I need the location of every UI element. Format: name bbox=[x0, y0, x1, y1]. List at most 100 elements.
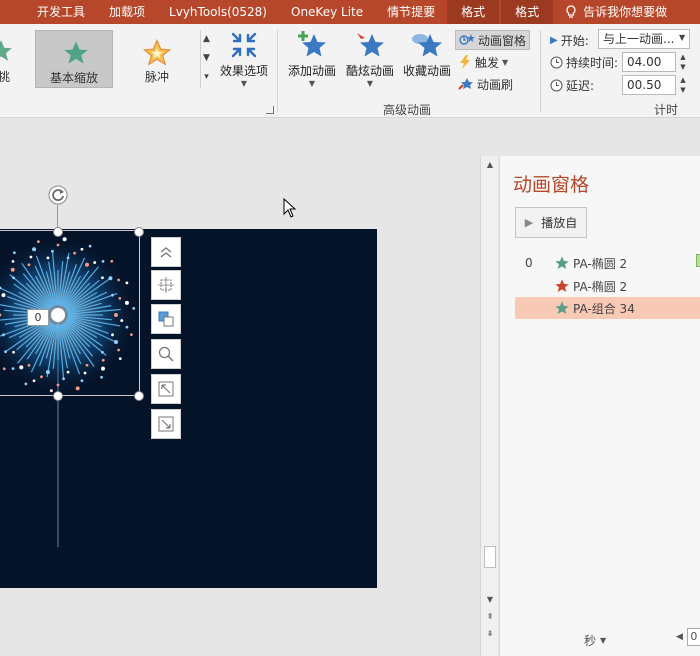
row-name: PA-椭圆 2 bbox=[573, 256, 628, 271]
gallery-scrollbar[interactable]: ▲ ▼ ▾ bbox=[200, 30, 212, 88]
animation-number-tag[interactable]: 0 bbox=[27, 309, 49, 326]
play-icon: ▶ bbox=[524, 216, 534, 229]
timing-bar[interactable] bbox=[696, 254, 700, 267]
trigger-button[interactable]: 触发 ▼ bbox=[455, 52, 511, 72]
animation-pane-toggle[interactable]: 动画窗格 bbox=[455, 30, 531, 50]
mouse-cursor-icon bbox=[283, 198, 297, 218]
seconds-dropdown[interactable]: 秒 ▼ bbox=[584, 632, 606, 649]
tab-onekey-lite[interactable]: OneKey Lite bbox=[279, 0, 375, 24]
clock-icon bbox=[550, 56, 563, 68]
add-animation-button[interactable]: 添加动画 ▼ bbox=[285, 28, 339, 88]
pulse-star-icon bbox=[142, 38, 172, 66]
zoom-value[interactable]: 0 bbox=[686, 628, 700, 646]
align-center-button[interactable] bbox=[151, 270, 181, 300]
chevron-down-icon: ▼ bbox=[240, 79, 248, 88]
chevron-down-icon: ▼ bbox=[366, 79, 374, 88]
tab-addins[interactable]: 加载项 bbox=[97, 0, 157, 24]
arrange-button[interactable] bbox=[151, 304, 181, 334]
editor-vertical-scrollbar[interactable]: ▲ ▼ ⇞ ⇟ bbox=[480, 156, 498, 656]
row-number: 0 bbox=[525, 256, 533, 270]
scroll-up-icon[interactable]: ▲ bbox=[484, 159, 496, 171]
delay-spinner[interactable]: ▲ ▼ bbox=[677, 75, 689, 95]
align-center-icon bbox=[158, 277, 174, 293]
animation-row-selected[interactable]: PA-组合 34 bbox=[515, 297, 700, 319]
tab-lvyhtools[interactable]: LvyhTools(0528) bbox=[157, 0, 279, 24]
play-icon: ▶ bbox=[550, 34, 558, 46]
effect-options-button[interactable]: 效果选项 ▼ bbox=[217, 28, 271, 88]
rotate-stem bbox=[57, 205, 58, 229]
gallery-item-label: 基本缩放 bbox=[49, 71, 98, 85]
gallery-more-icon[interactable]: ▾ bbox=[201, 68, 212, 87]
expand-icon bbox=[158, 381, 174, 397]
play-from-label: 播放自 bbox=[541, 216, 578, 230]
zoom-button[interactable] bbox=[151, 339, 181, 369]
add-animation-label: 添加动画 bbox=[287, 64, 336, 78]
animation-row[interactable]: 0 PA-椭圆 2 bbox=[515, 252, 700, 274]
effect-options-label: 效果选项 bbox=[219, 64, 268, 78]
animation-painter-icon bbox=[458, 78, 473, 90]
resize-handle[interactable] bbox=[134, 391, 144, 401]
tell-me-box[interactable]: 告诉我你想要做 bbox=[553, 0, 679, 24]
shrink-button[interactable] bbox=[151, 409, 181, 439]
scroll-thumb[interactable] bbox=[484, 546, 496, 568]
gallery-item-basic-zoom[interactable]: 基本缩放 bbox=[35, 30, 113, 88]
rotate-handle-icon[interactable] bbox=[47, 184, 69, 206]
trigger-label: 触发 bbox=[475, 55, 500, 70]
timing-group-label: 计时 bbox=[654, 103, 679, 117]
resize-handle[interactable] bbox=[53, 227, 63, 237]
expand-button[interactable] bbox=[151, 374, 181, 404]
cool-animation-label: 酷炫动画 bbox=[345, 64, 394, 78]
dialog-launcher-icon[interactable] bbox=[266, 106, 274, 114]
resize-handle[interactable] bbox=[134, 227, 144, 237]
gallery-down-icon[interactable]: ▼ bbox=[201, 49, 212, 68]
chevron-left-icon[interactable]: ◀ bbox=[676, 632, 683, 642]
star-icon bbox=[64, 41, 88, 64]
ribbon-tab-bar: 开发工具 加载项 LvyhTools(0528) OneKey Lite 情节提… bbox=[0, 0, 700, 24]
gallery-item-pulse[interactable]: 脉冲 bbox=[118, 30, 196, 88]
scroll-down-icon[interactable]: ▼ bbox=[484, 594, 496, 606]
selection-box bbox=[0, 230, 140, 396]
tell-me-text: 告诉我你想要做 bbox=[583, 5, 668, 19]
advanced-animation-group-label: 高级动画 bbox=[383, 103, 432, 117]
separator bbox=[277, 30, 278, 112]
bring-forward-button[interactable] bbox=[151, 237, 181, 267]
delay-row: 延迟: bbox=[550, 74, 594, 96]
play-from-button[interactable]: ▶ 播放自 bbox=[515, 207, 587, 238]
row-name: PA-椭圆 2 bbox=[573, 279, 628, 294]
gallery-item-partial[interactable]: 挑 bbox=[0, 30, 40, 88]
row-name: PA-组合 34 bbox=[573, 301, 635, 316]
tab-storyboard[interactable]: 情节提要 bbox=[375, 0, 447, 24]
start-dropdown[interactable]: 与上一动画... bbox=[598, 29, 690, 49]
delay-input[interactable]: 00.50 bbox=[622, 75, 676, 95]
prev-slide-icon[interactable]: ⇞ bbox=[484, 611, 496, 623]
star-icon bbox=[0, 40, 12, 61]
timeline-zoom[interactable]: ◀ 0 bbox=[676, 628, 700, 646]
animation-pane-label: 动画窗格 bbox=[478, 33, 527, 48]
chevron-down-icon: ▼ bbox=[308, 79, 316, 88]
add-animation-icon bbox=[298, 31, 326, 57]
gallery-up-icon[interactable]: ▲ bbox=[201, 30, 212, 49]
pane-title: 动画窗格 bbox=[513, 174, 590, 196]
animation-row[interactable]: PA-椭圆 2 bbox=[515, 275, 700, 297]
duration-input[interactable]: 04.00 bbox=[622, 52, 676, 72]
ribbon: 挑 基本缩放 脉冲 ▲ ▼ ▾ 效果选项 ▼ 添加动画 ▼ 酷炫动画 ▼ 收藏动… bbox=[0, 24, 700, 118]
resize-handle[interactable] bbox=[53, 391, 63, 401]
start-label: 开始: bbox=[560, 33, 589, 48]
tab-developer[interactable]: 开发工具 bbox=[0, 0, 97, 24]
effect-options-icon bbox=[231, 32, 257, 58]
start-dropdown-chevron-icon[interactable]: ▼ bbox=[679, 33, 685, 42]
lightbulb-icon bbox=[566, 5, 576, 18]
seconds-label: 秒 bbox=[584, 634, 597, 648]
tab-format-1[interactable]: 格式 bbox=[447, 0, 500, 24]
fav-animation-label: 收藏动画 bbox=[402, 64, 451, 78]
animation-painter-label: 动画刷 bbox=[477, 77, 514, 92]
tab-format-2[interactable]: 格式 bbox=[501, 0, 554, 24]
next-slide-icon[interactable]: ⇟ bbox=[484, 628, 496, 640]
animation-pane: 动画窗格 ▶ 播放自 0 PA-椭圆 2 PA-椭圆 2 PA-组合 34 秒 … bbox=[499, 156, 700, 656]
star-icon bbox=[555, 256, 569, 269]
delay-label: 延迟: bbox=[566, 78, 595, 93]
duration-spinner[interactable]: ▲ ▼ bbox=[677, 52, 689, 72]
fav-animation-button[interactable]: 收藏动画 bbox=[400, 28, 454, 79]
cool-animation-button[interactable]: 酷炫动画 ▼ bbox=[343, 28, 397, 88]
animation-painter-button[interactable]: 动画刷 bbox=[455, 74, 516, 94]
